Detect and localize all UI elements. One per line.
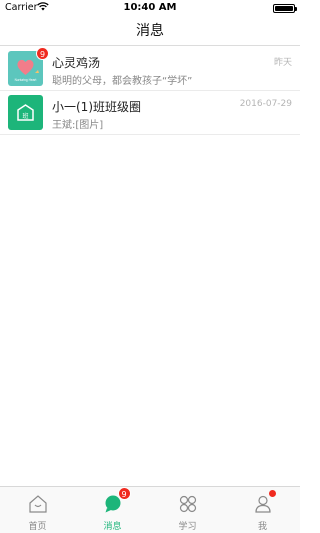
status-bar: Carrier 10:40 AM [0, 0, 300, 16]
tab-study[interactable]: 学习 [150, 487, 225, 533]
unread-badge: 9 [36, 47, 49, 60]
conversation-list: Nurturing Heart 9 心灵鸡汤 聪明的父母，都会教孩子“学坏” 昨… [0, 47, 300, 135]
class-icon: 班 [17, 104, 34, 121]
tab-label: 消息 [103, 522, 122, 532]
tab-messages[interactable]: 9 消息 [75, 487, 150, 533]
status-time: 10:40 AM [123, 2, 177, 13]
nav-bar: 消息 [0, 16, 300, 46]
avatar-caption: Nurturing Heart [15, 78, 37, 82]
conversation-preview: 聪明的父母，都会教孩子“学坏” [52, 76, 193, 87]
battery-icon [273, 4, 297, 13]
tab-label: 学习 [178, 522, 197, 532]
grid-icon [179, 495, 196, 513]
conversation-row-class[interactable]: 班 小一(1)班班级圈 王斌:[图片] 2016-07-29 [0, 91, 300, 135]
tab-me[interactable]: 我 [225, 487, 300, 533]
conversation-title: 小一(1)班班级圈 [52, 100, 141, 114]
tab-badge: 9 [117, 487, 131, 500]
conversation-row-soup[interactable]: Nurturing Heart 9 心灵鸡汤 聪明的父母，都会教孩子“学坏” 昨… [0, 47, 300, 91]
tab-bar: 首页 9 消息 学习 我 [0, 486, 300, 533]
conversation-preview: 王斌:[图片] [52, 120, 104, 131]
conversation-time: 2016-07-29 [239, 99, 292, 109]
tab-label: 我 [257, 522, 267, 532]
conversation-title: 心灵鸡汤 [52, 56, 101, 70]
tab-home[interactable]: 首页 [0, 487, 75, 533]
conversation-time: 昨天 [273, 58, 292, 68]
page-title: 消息 [136, 23, 164, 39]
avatar: Nurturing Heart 9 [8, 47, 49, 86]
home-icon [28, 495, 47, 513]
avatar-caption: 班 [22, 112, 28, 120]
avatar: 班 [8, 95, 43, 130]
notification-dot [268, 490, 276, 497]
tab-label: 首页 [28, 522, 47, 532]
